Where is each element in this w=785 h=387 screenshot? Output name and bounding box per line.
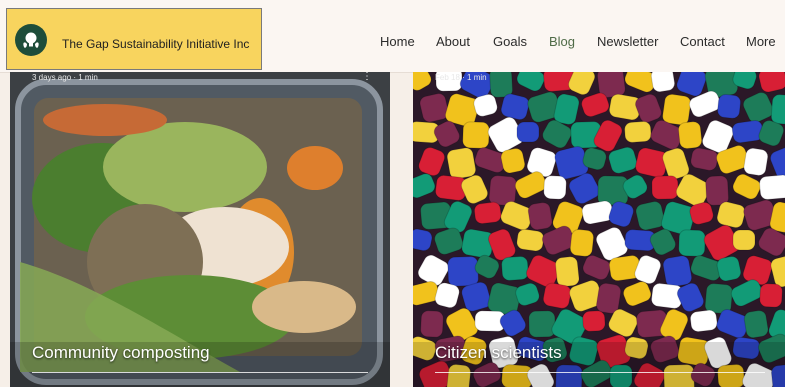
plastic-pellet (555, 256, 580, 287)
post-divider (32, 372, 368, 373)
nav-contact[interactable]: Contact (680, 34, 725, 49)
plastic-pellet (542, 282, 572, 309)
site-header: The Gap Sustainability Initiative Inc Ho… (0, 0, 785, 73)
plastic-pellet (743, 147, 769, 176)
more-options-icon[interactable]: ⋮ (362, 72, 372, 82)
plastic-pellet (420, 310, 444, 338)
plastic-pellet (473, 201, 502, 225)
plastic-pellet (731, 120, 764, 144)
plastic-pellet (462, 121, 490, 149)
nav-blog[interactable]: Blog (549, 34, 575, 49)
nav-newsletter[interactable]: Newsletter (597, 34, 658, 49)
plastic-pellet (650, 72, 676, 93)
plastic-pellet (447, 256, 479, 287)
plastic-pellet (516, 228, 545, 252)
plastic-pellet (569, 229, 595, 257)
post-image-compost-bin[interactable] (10, 72, 390, 387)
plastic-pellet (743, 310, 769, 339)
plastic-pellet (527, 202, 553, 231)
lightbulb-leaf-icon[interactable] (15, 24, 47, 56)
plastic-pellet (446, 147, 477, 180)
plastic-pellet (732, 229, 756, 251)
plastic-pellet (528, 310, 556, 338)
plastic-pellet (717, 94, 742, 119)
post-image-plastic-pellets[interactable] (413, 72, 785, 387)
post-divider (435, 372, 765, 373)
plastic-pellet (759, 283, 783, 308)
plastic-pellet (705, 175, 730, 206)
post-meta: Feb 18 · 1 min (435, 73, 487, 82)
nav-home[interactable]: Home (380, 34, 415, 49)
post-title[interactable]: Community composting (32, 343, 210, 363)
post-card-citizen-science[interactable]: Feb 18 · 1 min Citizen scientists (413, 72, 785, 387)
plastic-pellet (651, 175, 679, 200)
plastic-pellet (662, 255, 693, 288)
plastic-pellet (543, 175, 567, 200)
nav-more[interactable]: More (746, 34, 776, 49)
nav-about[interactable]: About (436, 34, 470, 49)
plastic-pellet (624, 121, 652, 143)
brand-block[interactable]: The Gap Sustainability Initiative Inc (6, 8, 262, 70)
site-name[interactable]: The Gap Sustainability Initiative Inc (62, 37, 249, 51)
plastic-pellet (662, 93, 692, 126)
plastic-pellet (678, 121, 703, 149)
plastic-pellet (678, 229, 706, 257)
plastic-pellet (689, 309, 718, 333)
post-card-composting[interactable]: 3 days ago · 1 min ⋮ Community compostin… (10, 72, 390, 387)
post-title[interactable]: Citizen scientists (435, 343, 562, 363)
nav-goals[interactable]: Goals (493, 34, 527, 49)
post-meta: 3 days ago · 1 min (32, 73, 98, 82)
plastic-pellet (501, 256, 529, 281)
plastic-pellet (770, 94, 785, 126)
plastic-pellet (635, 201, 665, 231)
plastic-pellet (582, 310, 606, 332)
plastic-pellet (759, 174, 785, 200)
plastic-pellet (516, 121, 540, 143)
plastic-pellet (419, 93, 449, 123)
